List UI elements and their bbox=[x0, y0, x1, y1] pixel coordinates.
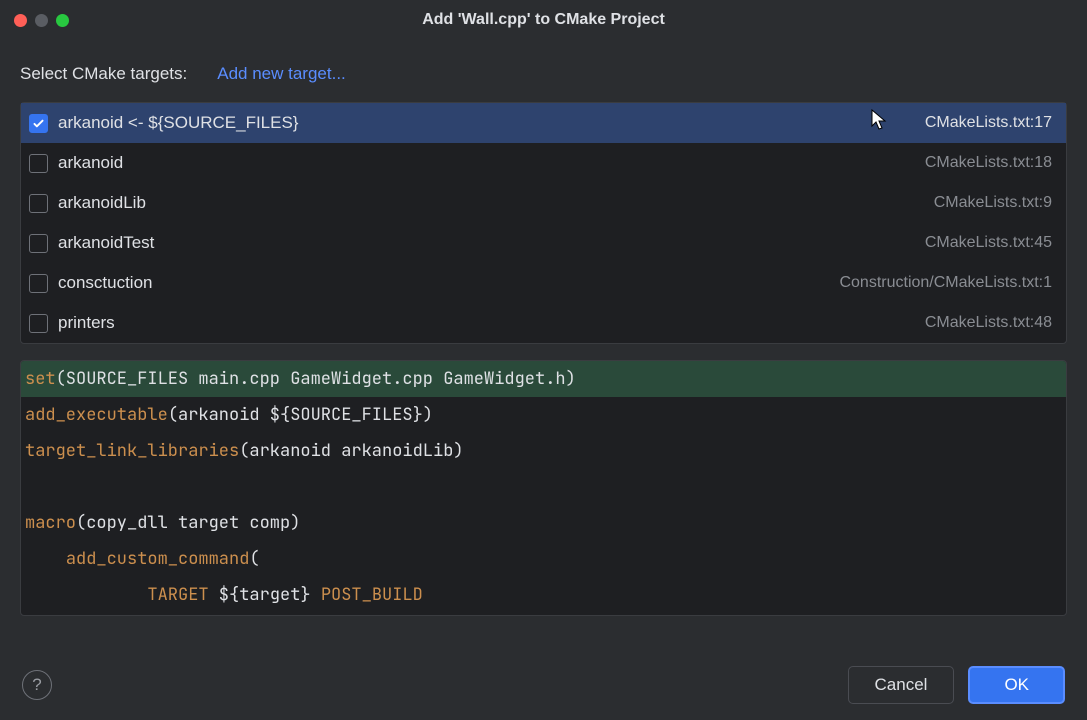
targets-list: arkanoid <- ${SOURCE_FILES} CMakeLists.t… bbox=[20, 102, 1067, 344]
ok-button[interactable]: OK bbox=[968, 666, 1065, 704]
titlebar: Add 'Wall.cpp' to CMake Project bbox=[0, 0, 1087, 40]
add-new-target-link[interactable]: Add new target... bbox=[217, 64, 346, 84]
target-label: arkanoid bbox=[58, 153, 915, 173]
target-location: CMakeLists.txt:48 bbox=[925, 314, 1052, 332]
code-line: macro(copy_dll target comp) bbox=[21, 505, 1066, 541]
cmake-code-preview: set(SOURCE_FILES main.cpp GameWidget.cpp… bbox=[20, 360, 1067, 616]
target-label: printers bbox=[58, 313, 915, 333]
target-checkbox[interactable] bbox=[29, 194, 48, 213]
window-controls bbox=[14, 14, 69, 27]
minimize-icon[interactable] bbox=[35, 14, 48, 27]
target-location: CMakeLists.txt:9 bbox=[934, 194, 1052, 212]
target-location: CMakeLists.txt:17 bbox=[925, 114, 1052, 132]
code-line: TARGET ${target} POST_BUILD bbox=[21, 577, 1066, 613]
dialog-footer: ? Cancel OK bbox=[0, 652, 1087, 720]
target-row[interactable]: arkanoidTest CMakeLists.txt:45 bbox=[21, 223, 1066, 263]
code-line: add_executable(arkanoid ${SOURCE_FILES}) bbox=[21, 397, 1066, 433]
code-line: add_custom_command( bbox=[21, 541, 1066, 577]
code-line bbox=[21, 469, 1066, 505]
target-label: consctuction bbox=[58, 273, 829, 293]
target-checkbox[interactable] bbox=[29, 154, 48, 173]
target-row[interactable]: arkanoidLib CMakeLists.txt:9 bbox=[21, 183, 1066, 223]
target-label: arkanoidTest bbox=[58, 233, 915, 253]
target-checkbox[interactable] bbox=[29, 274, 48, 293]
target-checkbox[interactable] bbox=[29, 314, 48, 333]
target-checkbox[interactable] bbox=[29, 234, 48, 253]
maximize-icon[interactable] bbox=[56, 14, 69, 27]
target-row[interactable]: printers CMakeLists.txt:48 bbox=[21, 303, 1066, 343]
target-row[interactable]: consctuction Construction/CMakeLists.txt… bbox=[21, 263, 1066, 303]
code-line: set(SOURCE_FILES main.cpp GameWidget.cpp… bbox=[21, 361, 1066, 397]
code-line: target_link_libraries(arkanoid arkanoidL… bbox=[21, 433, 1066, 469]
cancel-button[interactable]: Cancel bbox=[848, 666, 955, 704]
target-label: arkanoid <- ${SOURCE_FILES} bbox=[58, 113, 915, 133]
target-location: Construction/CMakeLists.txt:1 bbox=[839, 274, 1052, 292]
close-icon[interactable] bbox=[14, 14, 27, 27]
select-targets-label: Select CMake targets: bbox=[20, 64, 187, 84]
target-location: CMakeLists.txt:18 bbox=[925, 154, 1052, 172]
target-row[interactable]: arkanoid CMakeLists.txt:18 bbox=[21, 143, 1066, 183]
window-title: Add 'Wall.cpp' to CMake Project bbox=[422, 11, 665, 29]
target-label: arkanoidLib bbox=[58, 193, 924, 213]
target-checkbox[interactable] bbox=[29, 114, 48, 133]
help-button[interactable]: ? bbox=[22, 670, 52, 700]
target-row[interactable]: arkanoid <- ${SOURCE_FILES} CMakeLists.t… bbox=[21, 103, 1066, 143]
target-location: CMakeLists.txt:45 bbox=[925, 234, 1052, 252]
header-row: Select CMake targets: Add new target... bbox=[0, 40, 1087, 102]
